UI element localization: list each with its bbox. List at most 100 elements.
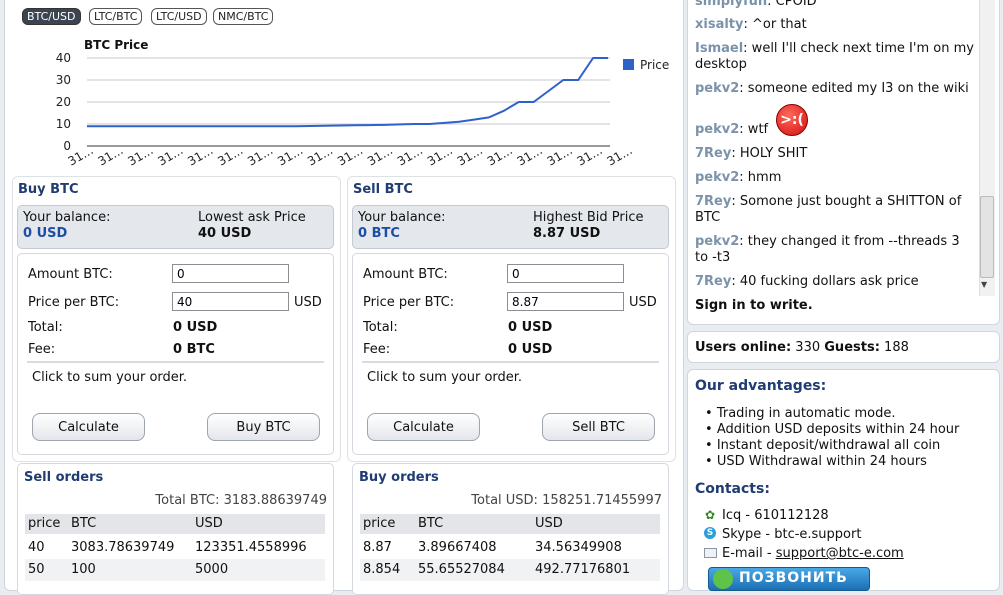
chat-nick[interactable]: pekv2	[695, 81, 739, 96]
chat-text: : 40 fucking dollars ask price	[731, 274, 919, 289]
icq-icon: ✿	[705, 508, 716, 522]
sell-btc-button[interactable]: Sell BTC	[542, 413, 655, 441]
chat-nick[interactable]: xisalty	[695, 17, 744, 32]
chat-nick[interactable]: 7Rey	[695, 194, 731, 209]
buy-fee-value: 0 BTC	[173, 342, 215, 357]
buy-fee-label: Fee:	[28, 342, 56, 357]
chat-message: pekv2: someone edited my I3 on the wiki	[695, 81, 975, 97]
buy-row-btc: 55.65527084	[418, 562, 505, 577]
chat-nick[interactable]: 7Rey	[695, 274, 731, 289]
sell-title: Sell BTC	[353, 182, 413, 197]
pair-tab-nmc-btc[interactable]: NMC/BTC	[213, 8, 274, 25]
x-tick-label: 31...	[335, 143, 365, 168]
buy-row-usd: 492.77176801	[535, 562, 631, 577]
legend-label: Price	[640, 58, 669, 72]
chat-nick[interactable]: pekv2	[695, 234, 739, 249]
x-tick-label: 31...	[485, 143, 515, 168]
sell-total-label: Total:	[363, 320, 398, 335]
buy-orders-header	[360, 514, 660, 534]
buy-price-input[interactable]	[172, 292, 289, 311]
chat-message: xisalty: ^or that	[695, 17, 975, 33]
chat-text: : wtf	[739, 122, 769, 137]
buy-balance-value: 0 USD	[23, 226, 68, 241]
call-button-label: ПОЗВОНИТЬ	[739, 570, 848, 586]
buy-total-value: 0 USD	[173, 320, 218, 335]
call-button[interactable]: ПОЗВОНИТЬ	[708, 567, 870, 591]
sell-col-price: price	[28, 516, 61, 531]
pair-tab-btc-usd[interactable]: BTC/USD	[22, 8, 81, 25]
buy-price-unit: USD	[294, 295, 322, 310]
skype-contact: Skype - btc-e.support	[722, 527, 862, 542]
sell-calculate-button[interactable]: Calculate	[367, 413, 480, 441]
pair-tab-ltc-btc[interactable]: LTC/BTC	[89, 8, 143, 25]
sell-balance-label: Your balance:	[358, 210, 446, 225]
chat-nick[interactable]: Ismael	[695, 41, 743, 56]
chat-nick[interactable]: simplyfun	[695, 0, 767, 9]
x-tick-label: 31...	[365, 143, 395, 168]
chat-nick[interactable]: pekv2	[695, 170, 739, 185]
chat-text: : Somone just bought a SHITTON of BTC	[695, 194, 962, 225]
y-tick-label: 0	[63, 139, 71, 153]
advantage-item: • Trading in automatic mode.	[705, 406, 896, 421]
sell-row-usd: 5000	[195, 562, 229, 577]
pair-tab-ltc-usd[interactable]: LTC/USD	[151, 8, 207, 25]
chat-text: : HOLY SHIT	[731, 146, 808, 161]
x-tick-label: 31...	[125, 143, 155, 168]
x-tick-label: 31...	[215, 143, 245, 168]
chat-text: : ^or that	[743, 17, 807, 32]
guests-label: Guests:	[824, 340, 880, 355]
buy-row-price: 8.854	[363, 562, 401, 577]
lowest-ask-label: Lowest ask Price	[198, 210, 306, 225]
x-tick-label: 31...	[605, 143, 635, 168]
buy-row-btc: 3.89667408	[418, 540, 497, 555]
icq-contact: Icq - 610112128	[722, 508, 829, 523]
advantage-item: • Addition USD deposits within 24 hour	[705, 422, 960, 437]
y-tick-label: 30	[56, 73, 71, 87]
lowest-ask-value: 40 USD	[198, 226, 252, 241]
sell-orders-total: Total BTC: 3183.88639749	[155, 493, 327, 508]
chat-message: 7Rey: HOLY SHIT	[695, 146, 975, 162]
advantage-item: • Instant deposit/withdrawal all coin	[705, 438, 941, 453]
x-tick-label: 31...	[395, 143, 425, 168]
highest-bid-value: 8.87 USD	[533, 226, 601, 241]
sell-fee-label: Fee:	[363, 342, 391, 357]
chat-scrollbar-thumb[interactable]	[980, 196, 994, 278]
buy-orders-total: Total USD: 158251.71455997	[471, 493, 662, 508]
sell-row-usd: 123351.4558996	[195, 540, 307, 555]
highest-bid-label: Highest Bid Price	[533, 210, 644, 225]
chat-message: simplyfun: CPOID	[695, 0, 975, 10]
scroll-down-icon[interactable]: ▼	[981, 280, 987, 289]
legend-swatch	[623, 59, 634, 70]
x-tick-label: 31...	[155, 143, 185, 168]
y-tick-label: 10	[56, 117, 71, 131]
buy-row-price: 8.87	[363, 540, 392, 555]
sell-hint: Click to sum your order.	[367, 370, 523, 385]
buy-col-price: price	[363, 516, 396, 531]
skype-icon: S	[704, 527, 716, 539]
buy-col-btc: BTC	[418, 516, 444, 531]
buy-amount-input[interactable]	[172, 264, 289, 283]
sell-total-value: 0 USD	[508, 320, 553, 335]
sell-amount-input[interactable]	[507, 264, 624, 283]
y-tick-label: 20	[56, 95, 71, 109]
users-online: Users online: 330 Guests: 188	[695, 340, 909, 355]
guests-count: 188	[884, 340, 909, 355]
sell-row-btc: 3083.78639749	[71, 540, 175, 555]
sell-price-input[interactable]	[507, 292, 624, 311]
buy-calculate-button[interactable]: Calculate	[32, 413, 145, 441]
buy-divider	[27, 361, 324, 363]
chat-message: pekv2: hmm	[695, 170, 975, 186]
chat-message: 7Rey: Somone just bought a SHITTON of BT…	[695, 194, 975, 226]
chat-nick[interactable]: 7Rey	[695, 146, 731, 161]
table-row[interactable]	[25, 559, 325, 581]
buy-title: Buy BTC	[18, 182, 79, 197]
email-link[interactable]: support@btc-e.com	[776, 546, 904, 561]
sign-in-link[interactable]: Sign in to write.	[695, 298, 813, 313]
angry-face-icon: >:(	[776, 104, 808, 136]
advantages-title: Our advantages:	[695, 378, 827, 394]
chat-text: : CPOID	[767, 0, 817, 9]
chat-text: : someone edited my I3 on the wiki	[739, 81, 969, 96]
buy-total-label: Total:	[28, 320, 63, 335]
chat-nick[interactable]: pekv2	[695, 122, 739, 137]
buy-btc-button[interactable]: Buy BTC	[207, 413, 320, 441]
